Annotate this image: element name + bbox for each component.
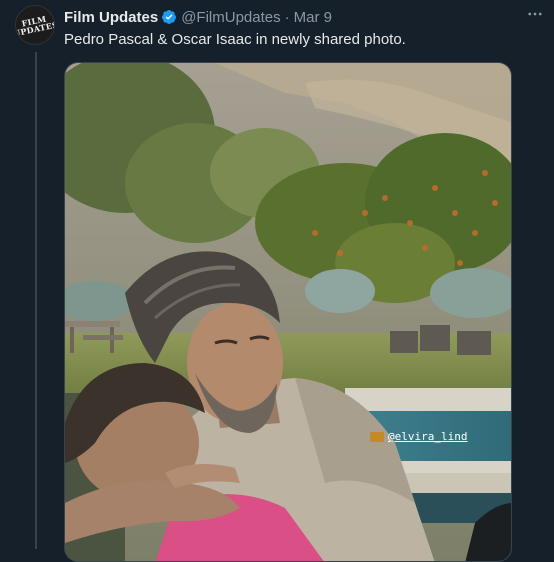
avatar-logo: FILM UPDATES — [16, 12, 54, 39]
more-horizontal-icon[interactable] — [524, 5, 546, 25]
avatar[interactable]: FILM UPDATES — [15, 5, 55, 45]
author-handle[interactable]: @FilmUpdates — [181, 9, 280, 26]
instagram-mention-tag: @elvira_lind — [370, 430, 467, 443]
instagram-mention-label: @elvira_lind — [388, 430, 468, 443]
camera-sticker-icon — [370, 431, 384, 442]
tweet-header: Film Updates @FilmUpdates · Mar 9 — [64, 7, 514, 27]
photo-illustration — [65, 63, 511, 561]
author-name[interactable]: Film Updates — [64, 9, 158, 26]
verified-badge-icon — [161, 9, 177, 25]
tweet-photo[interactable]: @elvira_lind — [64, 62, 512, 562]
thread-connector-line — [35, 52, 37, 549]
tweet-text: Pedro Pascal & Oscar Isaac in newly shar… — [64, 31, 406, 48]
header-separator: · — [284, 8, 290, 26]
tweet-date[interactable]: Mar 9 — [294, 9, 332, 26]
